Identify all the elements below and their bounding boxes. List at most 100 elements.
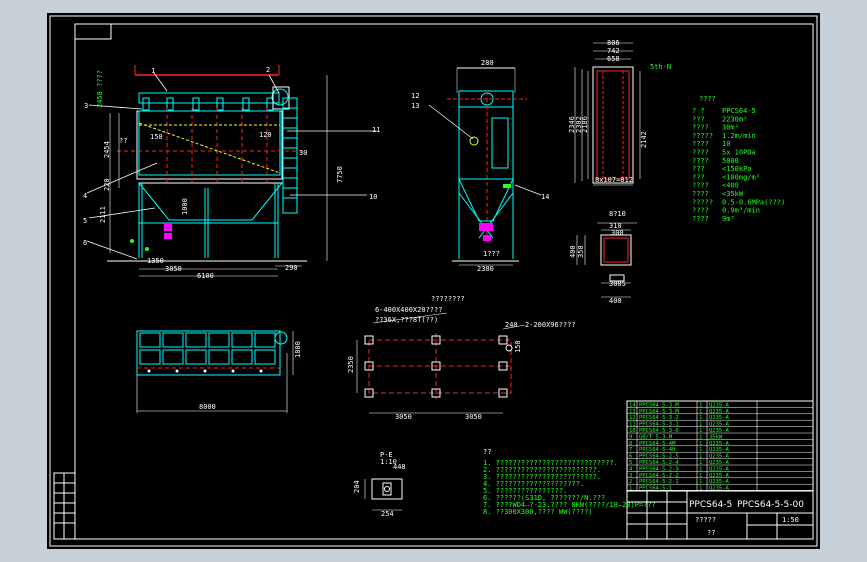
callout-11: 11 [372, 126, 380, 134]
callout-12: 12 [411, 92, 419, 100]
bom-code: PPCS64-5-2-5 [639, 454, 679, 460]
cad-viewport[interactable]: 2458 ???? 1 2 3 4 5 6 10 11 150 120 220 … [47, 13, 820, 549]
dim-150: 150 [150, 133, 163, 141]
dim-742: 742 [607, 47, 620, 55]
bom-material: Q235-A [709, 447, 730, 453]
spec-row-key: ????? [692, 132, 713, 140]
title-footer: ?? [707, 529, 715, 537]
bom-code: PPCS64-5-3-2 [639, 415, 679, 421]
top-view-width: 8000 [199, 403, 216, 411]
bom-no: 9 [629, 434, 632, 440]
callout-6: 6 [83, 239, 87, 247]
spec-row-key: ???? [692, 157, 709, 165]
spec-row-value: 10 [722, 140, 730, 148]
bom-qty: 1 [699, 454, 702, 460]
bom-no: 10 [629, 428, 636, 434]
note-line: 8. ??300X300,???? WW(????) [483, 508, 593, 516]
foundation-note1: ???????? [431, 295, 465, 303]
callout-4: 4 [83, 192, 87, 200]
bom-code: PPCS64-5-3-0 [639, 428, 679, 434]
bom-material: Q235-A [709, 422, 730, 428]
bom-no: 12 [629, 415, 636, 421]
bom-no: 3 [629, 473, 632, 479]
side-bottom-label: 1??? [483, 250, 500, 258]
bom-code: PPCS64-5-2-2 [639, 473, 679, 479]
bom-code: PPCS64-5-3-M [639, 409, 679, 415]
bom-no: 5 [629, 460, 632, 466]
spec-row-value: 0.5-0.6MPa(???) [722, 198, 785, 206]
bom-qty: 1 [699, 447, 702, 453]
dim-220: 220 [103, 178, 111, 191]
spec-row-value: 1.2m/min [722, 132, 756, 140]
dim-3050a: 3050 [395, 413, 412, 421]
spec-row-value: PPCS64-5 [722, 107, 756, 115]
top-view-depth: 1800 [294, 341, 302, 358]
spec-row-value: 5x 10PDa [722, 149, 756, 157]
dim-30: ?? [119, 137, 127, 145]
spec-row-key: ???? [692, 140, 709, 148]
dim-6100: 6100 [197, 272, 214, 280]
spec-row-key: ???? [692, 215, 709, 223]
spec-row-value: <150kPa [722, 165, 752, 173]
dim-448: 448 [393, 463, 406, 471]
spec-row-key: ???? [692, 207, 709, 215]
dim-806: 806 [607, 39, 620, 47]
dim-120: 120 [259, 131, 272, 139]
dim-2380: 2380 [477, 265, 494, 273]
dim-350: 350 [577, 245, 585, 258]
bom-code: PPCS64-5-2-4 [639, 460, 679, 466]
spec-row-key: ????? [692, 198, 713, 206]
spec-row-value: 0.9m³/min [722, 207, 760, 215]
callout-2: 2 [266, 66, 270, 74]
dim-658: 658 [607, 55, 620, 63]
section-detail [364, 478, 403, 511]
spec-row-key: ??? [692, 115, 705, 123]
dim-2186: 2186 [581, 116, 589, 133]
spec-row-value: <100mg/m³ [722, 173, 760, 181]
bom-qty: 1 [699, 402, 702, 408]
bom-material: Q235-A [709, 479, 730, 485]
foundation-note3: ??36X,???8T(??) [375, 316, 438, 324]
bom-material: Q235-A [709, 415, 730, 421]
spec-row-value: <400 [722, 182, 739, 190]
foundation-note4: 2-200X96???? [525, 321, 576, 329]
bom-no: 14 [629, 402, 636, 408]
top-view [136, 330, 294, 413]
spec-row-value: 2230m² [722, 115, 747, 123]
bom-code: PPCS64-5-2-3 [639, 466, 679, 472]
dim-2350: 2350 [347, 356, 355, 373]
bom-material: Q235-A [709, 466, 730, 472]
bom-qty: 1 [699, 441, 702, 447]
side-view [428, 67, 542, 266]
bom-code: GB/T 5-3-M [639, 434, 673, 440]
bom-material: Q235-A [709, 441, 730, 447]
spec-row-key: ???? [692, 182, 709, 190]
bom-code: PPCS64-5-3-1 [639, 422, 679, 428]
notes-title: ?? [483, 448, 491, 456]
callout-1: 1 [151, 67, 155, 75]
dim-400a: 400 [569, 245, 577, 258]
dim-1350: 1350 [147, 257, 164, 265]
callout-13: 13 [411, 102, 419, 110]
spec-row-key: ???? [692, 190, 709, 198]
callout-10: 10 [369, 193, 377, 201]
bom-material: Q235-A [709, 454, 730, 460]
bom-material: Q235-A [709, 428, 730, 434]
bom-material: Q235-A [709, 473, 730, 479]
spec-title: ???? [699, 95, 716, 103]
spec-row-value: 5000 [722, 157, 739, 165]
spec-table: ? ? PPCS64-5??? 2230m²???? 30m²????? 1.2m/mi… [692, 107, 785, 223]
callout-3: 3 [84, 102, 88, 110]
spec-row-value: 30m² [722, 124, 739, 132]
dim-812: 8x107=812 [595, 176, 633, 184]
dim-290: 290 [285, 264, 298, 272]
dim-240: 240 [505, 321, 518, 329]
bom-qty: 1 [699, 428, 702, 434]
front-height-top: 2458 ???? [96, 70, 104, 108]
spec-row-key: ??? [692, 173, 705, 181]
dim-1000: 1000 [181, 198, 189, 215]
bom-no: 13 [629, 409, 636, 415]
title-model: PPCS64-5 [689, 500, 732, 510]
dim-254: 254 [381, 510, 394, 518]
bom-material: Q235-A [709, 409, 730, 415]
